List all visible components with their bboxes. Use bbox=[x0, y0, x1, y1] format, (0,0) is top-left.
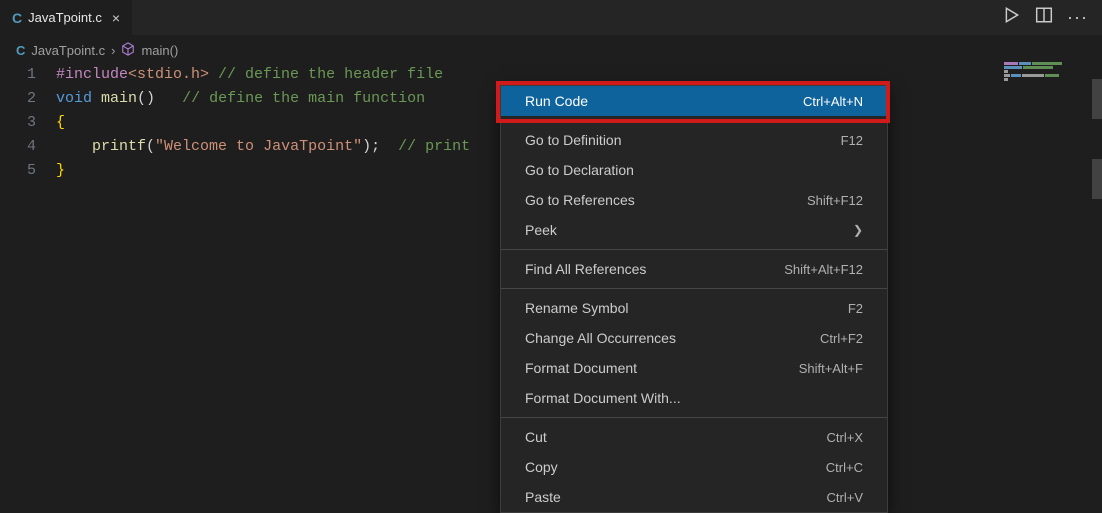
menu-item-label: Rename Symbol bbox=[525, 300, 629, 316]
chevron-right-icon: › bbox=[111, 43, 115, 58]
menu-separator bbox=[501, 249, 887, 250]
code-content[interactable]: } bbox=[56, 159, 65, 183]
code-content[interactable]: { bbox=[56, 111, 65, 135]
menu-item-shortcut: Ctrl+C bbox=[826, 460, 863, 475]
line-number: 5 bbox=[0, 159, 56, 183]
menu-item-label: Paste bbox=[525, 489, 561, 505]
menu-item-label: Go to Declaration bbox=[525, 162, 634, 178]
breadcrumb[interactable]: C JavaTpoint.c › main() bbox=[0, 37, 1102, 63]
menu-item-label: Format Document bbox=[525, 360, 637, 376]
line-number: 3 bbox=[0, 111, 56, 135]
menu-item-cut[interactable]: Cut Ctrl+X bbox=[501, 422, 887, 452]
menu-item-shortcut: Shift+F12 bbox=[807, 193, 863, 208]
menu-item-shortcut: Ctrl+F2 bbox=[820, 331, 863, 346]
menu-item-label: Go to References bbox=[525, 192, 635, 208]
menu-item-label: Copy bbox=[525, 459, 558, 475]
split-editor-icon[interactable] bbox=[1035, 6, 1053, 29]
context-menu: Run CodeCtrl+Alt+NGo to DefinitionF12Go … bbox=[500, 85, 888, 513]
menu-item-shortcut: Shift+Alt+F12 bbox=[784, 262, 863, 277]
minimap[interactable] bbox=[1004, 62, 1088, 90]
menu-item-go-to-declaration[interactable]: Go to Declaration bbox=[501, 155, 887, 185]
vertical-scrollbar[interactable] bbox=[1092, 61, 1102, 510]
menu-item-shortcut: Ctrl+Alt+N bbox=[803, 94, 863, 109]
menu-item-label: Go to Definition bbox=[525, 132, 622, 148]
menu-item-copy[interactable]: Copy Ctrl+C bbox=[501, 452, 887, 482]
menu-item-shortcut: F12 bbox=[841, 133, 863, 148]
menu-item-go-to-references[interactable]: Go to References Shift+F12 bbox=[501, 185, 887, 215]
line-number: 1 bbox=[0, 63, 56, 87]
menu-item-peek[interactable]: Peek ❯ bbox=[501, 215, 887, 245]
line-number: 2 bbox=[0, 87, 56, 111]
menu-item-find-all-references[interactable]: Find All References Shift+Alt+F12 bbox=[501, 254, 887, 284]
menu-item-go-to-definition[interactable]: Go to Definition F12 bbox=[501, 125, 887, 155]
menu-separator bbox=[501, 120, 887, 121]
tab-actions: ··· bbox=[1003, 6, 1102, 29]
menu-item-format-document-with[interactable]: Format Document With... bbox=[501, 383, 887, 413]
symbol-method-icon bbox=[121, 42, 135, 59]
menu-item-run-code[interactable]: Run Code Ctrl+Alt+N bbox=[501, 86, 887, 116]
menu-item-shortcut: Ctrl+V bbox=[827, 490, 863, 505]
menu-separator bbox=[501, 417, 887, 418]
chevron-right-icon: ❯ bbox=[853, 223, 863, 237]
menu-item-label: Format Document With... bbox=[525, 390, 681, 406]
menu-item-label: Change All Occurrences bbox=[525, 330, 676, 346]
code-line[interactable]: 1#include<stdio.h> // define the header … bbox=[0, 63, 1102, 87]
c-file-icon: C bbox=[16, 43, 25, 58]
menu-item-format-document[interactable]: Format Document Shift+Alt+F bbox=[501, 353, 887, 383]
menu-separator bbox=[501, 288, 887, 289]
menu-item-label: Run Code bbox=[525, 93, 588, 109]
menu-item-paste[interactable]: Paste Ctrl+V bbox=[501, 482, 887, 512]
scrollbar-thumb[interactable] bbox=[1092, 159, 1102, 199]
menu-item-shortcut: Ctrl+X bbox=[827, 430, 863, 445]
menu-item-rename-symbol[interactable]: Rename Symbol F2 bbox=[501, 293, 887, 323]
code-content[interactable]: printf("Welcome to JavaTpoint"); // prin… bbox=[56, 135, 470, 159]
menu-item-label: Find All References bbox=[525, 261, 646, 277]
menu-item-shortcut: F2 bbox=[848, 301, 863, 316]
menu-item-label: Peek bbox=[525, 222, 557, 238]
code-content[interactable]: void main() // define the main function bbox=[56, 87, 425, 111]
scrollbar-thumb[interactable] bbox=[1092, 79, 1102, 119]
breadcrumb-symbol: main() bbox=[141, 43, 178, 58]
breadcrumb-file: JavaTpoint.c bbox=[31, 43, 105, 58]
run-icon[interactable] bbox=[1003, 6, 1021, 29]
c-file-icon: C bbox=[12, 10, 22, 26]
code-content[interactable]: #include<stdio.h> // define the header f… bbox=[56, 63, 443, 87]
editor-tab[interactable]: C JavaTpoint.c × bbox=[0, 0, 133, 35]
line-number: 4 bbox=[0, 135, 56, 159]
more-actions-icon[interactable]: ··· bbox=[1067, 7, 1088, 28]
tab-close-icon[interactable]: × bbox=[112, 10, 120, 26]
tab-bar: C JavaTpoint.c × ··· bbox=[0, 0, 1102, 35]
menu-item-label: Cut bbox=[525, 429, 547, 445]
menu-item-shortcut: Shift+Alt+F bbox=[799, 361, 863, 376]
menu-item-change-all-occurrences[interactable]: Change All Occurrences Ctrl+F2 bbox=[501, 323, 887, 353]
tab-filename: JavaTpoint.c bbox=[28, 10, 102, 25]
